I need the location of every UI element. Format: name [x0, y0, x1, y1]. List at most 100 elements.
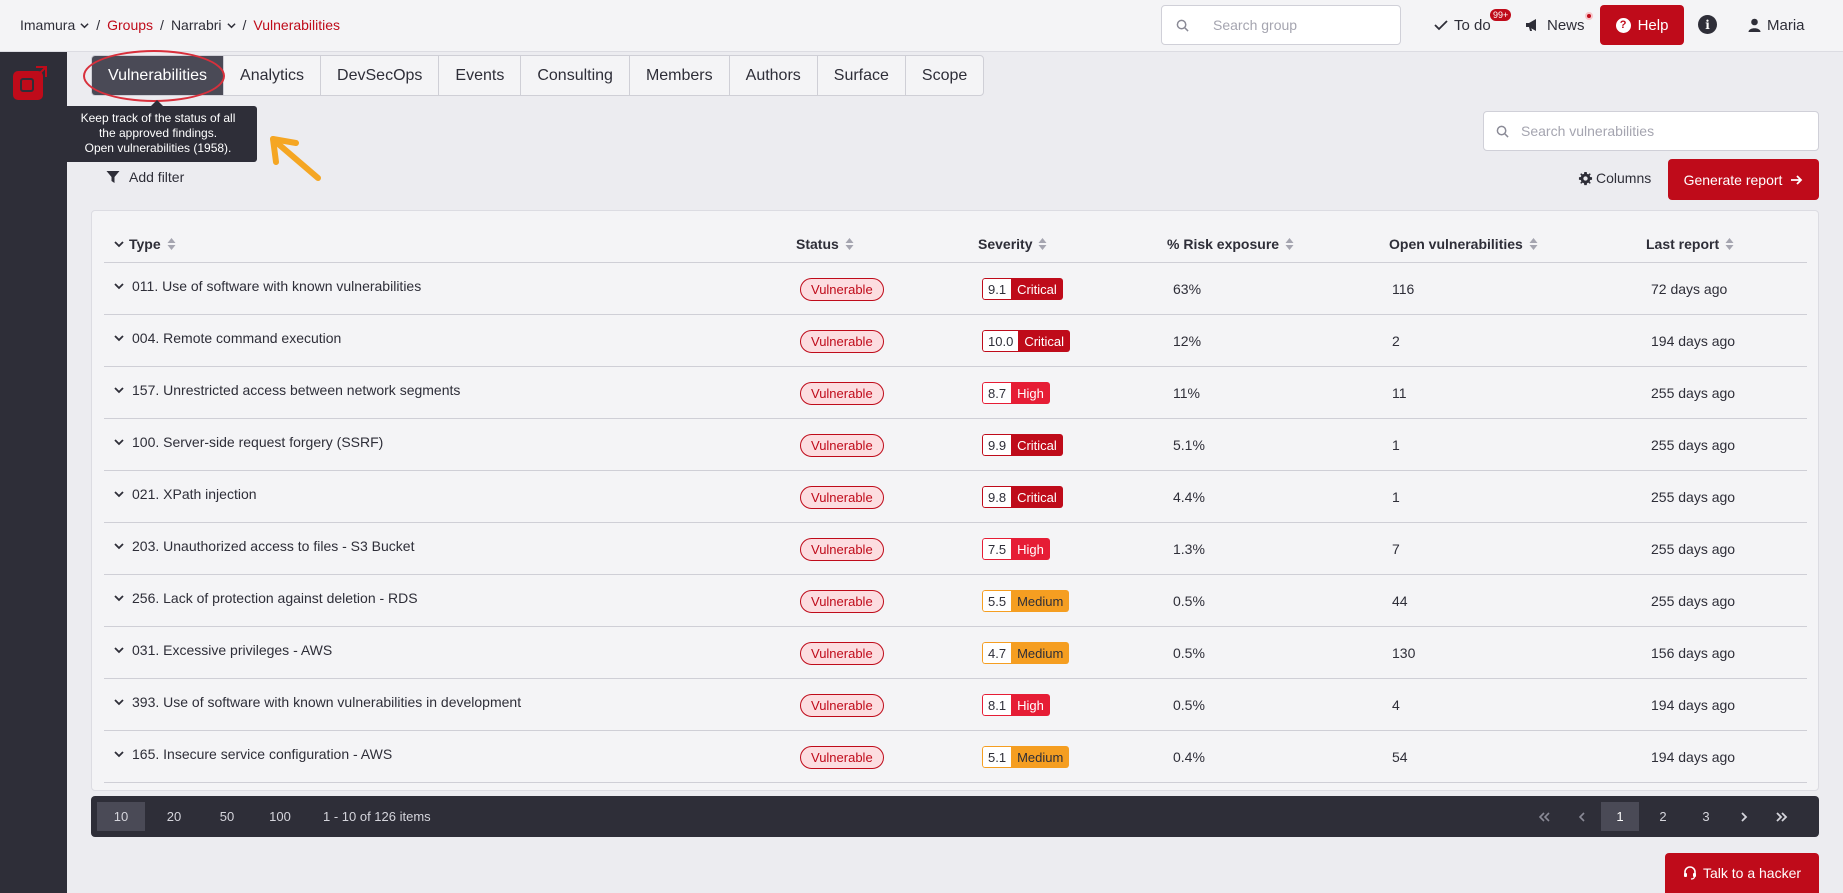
type-cell: 021. XPath injection — [114, 468, 257, 520]
table-row[interactable]: 031. Excessive privileges - AWS Vulnerabl… — [104, 627, 1807, 679]
add-filter-button[interactable]: Add filter — [106, 166, 184, 188]
page-size-100[interactable]: 100 — [256, 802, 304, 831]
table-row[interactable]: 157. Unrestricted access between network… — [104, 367, 1807, 419]
status-badge: Vulnerable — [800, 745, 884, 769]
tab-analytics[interactable]: Analytics — [224, 56, 322, 95]
vulnerability-type: 031. Excessive privileges - AWS — [132, 642, 333, 658]
table-header: Type Status Severity % Risk exposure Ope… — [104, 225, 1807, 263]
expand-chevron-icon[interactable] — [114, 697, 124, 707]
expand-chevron-icon[interactable] — [114, 281, 124, 291]
severity-score: 10.0 — [982, 330, 1019, 352]
logo-icon[interactable] — [12, 65, 48, 101]
page-size-20[interactable]: 20 — [150, 802, 198, 831]
talk-to-hacker-label: Talk to a hacker — [1702, 865, 1802, 881]
severity-cell: 8.1 High — [982, 679, 1050, 731]
risk-exposure-cell: 5.1% — [1173, 437, 1205, 453]
severity-score: 8.1 — [982, 694, 1012, 716]
expand-chevron-icon[interactable] — [114, 645, 124, 655]
column-last-report[interactable]: Last report — [1646, 225, 1734, 263]
status-cell: Vulnerable — [800, 679, 884, 731]
chevron-down-icon — [114, 241, 124, 248]
todo-button[interactable]: To do — [1434, 0, 1491, 50]
chevron-down-icon — [80, 22, 89, 28]
expand-chevron-icon[interactable] — [114, 593, 124, 603]
table-row[interactable]: 011. Use of software with known vulnerab… — [104, 263, 1807, 315]
user-name: Maria — [1767, 16, 1805, 34]
tab-vulnerabilities[interactable]: Vulnerabilities — [92, 56, 225, 95]
tab-consulting[interactable]: Consulting — [521, 56, 630, 95]
status-badge: Vulnerable — [800, 277, 884, 301]
status-cell: Vulnerable — [800, 367, 884, 419]
tab-devsecops[interactable]: DevSecOps — [321, 56, 440, 95]
tab-authors[interactable]: Authors — [730, 56, 818, 95]
breadcrumb-current[interactable]: Vulnerabilities — [253, 17, 340, 33]
column-type[interactable]: Type — [114, 225, 176, 263]
status-badge: Vulnerable — [800, 537, 884, 561]
expand-chevron-icon[interactable] — [114, 333, 124, 343]
talk-to-hacker-button[interactable]: Talk to a hacker — [1665, 853, 1819, 893]
severity-score: 5.5 — [982, 590, 1012, 612]
severity-badge: 9.9 Critical — [982, 434, 1063, 456]
open-vulnerabilities-cell: 1 — [1392, 437, 1400, 453]
page-2-button[interactable]: 2 — [1644, 802, 1682, 831]
table-row[interactable]: 165. Insecure service configuration - AW… — [104, 731, 1807, 783]
info-icon[interactable]: i — [1698, 15, 1717, 34]
type-cell: 031. Excessive privileges - AWS — [114, 624, 332, 676]
breadcrumb-org[interactable]: Imamura — [20, 17, 89, 33]
column-open-vulnerabilities[interactable]: Open vulnerabilities — [1389, 225, 1538, 263]
severity-badge: 9.8 Critical — [982, 486, 1063, 508]
table-row[interactable]: 393. Use of software with known vulnerab… — [104, 679, 1807, 731]
next-page-button[interactable] — [1725, 802, 1763, 831]
expand-chevron-icon[interactable] — [114, 749, 124, 759]
severity-cell: 5.5 Medium — [982, 575, 1070, 627]
table-row[interactable]: 256. Lack of protection against deletion… — [104, 575, 1807, 627]
expand-chevron-icon[interactable] — [114, 489, 124, 499]
severity-badge: 10.0 Critical — [982, 330, 1071, 352]
tab-surface[interactable]: Surface — [818, 56, 906, 95]
severity-score: 5.1 — [982, 746, 1012, 768]
column-status-label: Status — [796, 236, 839, 252]
expand-chevron-icon[interactable] — [114, 541, 124, 551]
help-button[interactable]: ? Help — [1600, 5, 1684, 45]
type-cell: 256. Lack of protection against deletion… — [114, 572, 418, 624]
generate-report-button[interactable]: Generate report — [1668, 159, 1819, 200]
search-vulnerabilities-input[interactable]: Search vulnerabilities — [1483, 111, 1819, 151]
vulnerability-type: 100. Server-side request forgery (SSRF) — [132, 434, 384, 450]
tab-events[interactable]: Events — [439, 56, 522, 95]
breadcrumb-groups[interactable]: Groups — [107, 17, 153, 33]
previous-page-button[interactable] — [1563, 802, 1601, 831]
last-page-button[interactable] — [1763, 802, 1801, 831]
page-size-50[interactable]: 50 — [203, 802, 251, 831]
tab-members[interactable]: Members — [630, 56, 730, 95]
search-group-input[interactable]: Search group — [1161, 5, 1401, 45]
column-status[interactable]: Status — [796, 225, 854, 263]
first-page-button[interactable] — [1525, 802, 1563, 831]
page-1-button[interactable]: 1 — [1601, 802, 1639, 831]
expand-chevron-icon[interactable] — [114, 437, 124, 447]
expand-chevron-icon[interactable] — [114, 385, 124, 395]
risk-exposure-cell: 0.5% — [1173, 593, 1205, 609]
type-cell: 165. Insecure service configuration - AW… — [114, 728, 392, 780]
severity-badge: 4.7 Medium — [982, 642, 1070, 664]
sort-icon — [167, 238, 176, 250]
columns-button[interactable]: Columns — [1578, 168, 1651, 188]
page-3-button[interactable]: 3 — [1687, 802, 1725, 831]
tooltip-line: Open vulnerabilities (1958). — [84, 141, 232, 155]
column-risk-exposure[interactable]: % Risk exposure — [1167, 225, 1294, 263]
last-report-cell: 255 days ago — [1651, 385, 1736, 401]
table-row[interactable]: 203. Unauthorized access to files - S3 B… — [104, 523, 1807, 575]
tab-scope[interactable]: Scope — [906, 56, 983, 95]
column-severity[interactable]: Severity — [978, 225, 1047, 263]
sort-icon — [1725, 238, 1734, 250]
search-group-placeholder: Search group — [1213, 17, 1298, 33]
table-row[interactable]: 021. XPath injection Vulnerable 9.8 Critica… — [104, 471, 1807, 523]
last-report-cell: 255 days ago — [1651, 541, 1736, 557]
table-row[interactable]: 100. Server-side request forgery (SSRF) V… — [104, 419, 1807, 471]
user-menu[interactable]: Maria — [1748, 0, 1805, 50]
news-button[interactable]: News — [1525, 0, 1585, 50]
news-notification-dot — [1585, 12, 1593, 20]
table-row[interactable]: 004. Remote command execution Vulnerable 1… — [104, 315, 1807, 367]
breadcrumb-group[interactable]: Narrabri — [171, 17, 236, 33]
last-report-cell: 255 days ago — [1651, 437, 1736, 453]
page-size-10[interactable]: 10 — [97, 802, 145, 831]
